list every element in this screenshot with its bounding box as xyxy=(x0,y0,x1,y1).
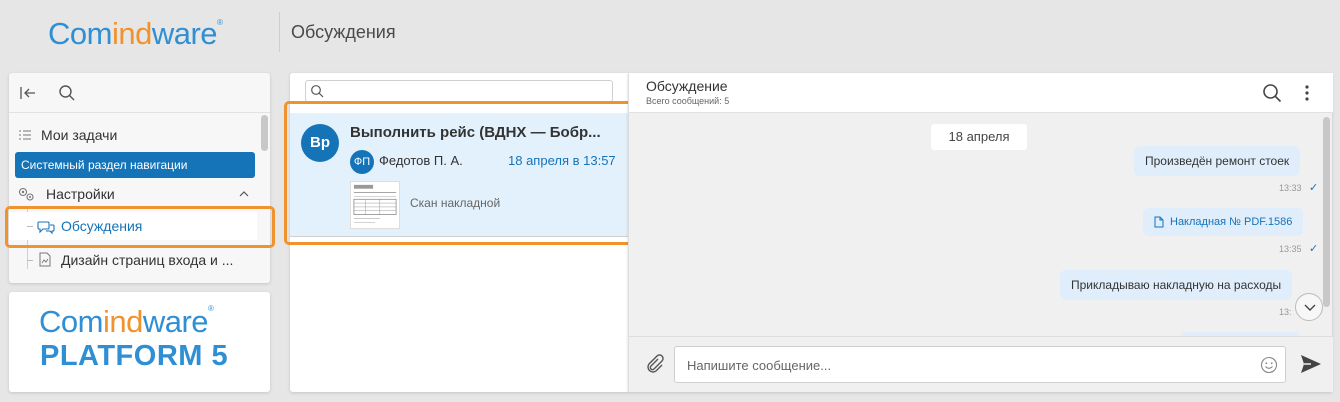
author-name: Федотов П. А. xyxy=(379,153,463,168)
message-time: 13: xyxy=(1279,307,1292,317)
nav-item-label: Мои задачи xyxy=(41,127,118,143)
nav-item-label: Обсуждения xyxy=(61,218,143,234)
date-divider: 18 апреля xyxy=(931,124,1027,150)
discussion-date: 18 апреля в 13:57 xyxy=(508,153,616,168)
platform-logo-card: Comindware® PLATFORM 5 xyxy=(9,292,270,392)
tree-connector xyxy=(27,226,33,227)
chat-bubbles-icon xyxy=(37,221,55,235)
logo-text-2: ind xyxy=(102,304,143,339)
gears-icon xyxy=(18,187,34,201)
search-icon xyxy=(311,85,324,98)
file-icon xyxy=(1154,216,1164,228)
file-name[interactable]: Накладная № PDF.1586 xyxy=(1170,216,1292,228)
nav-item-label: Дизайн страниц входа и ... xyxy=(61,252,234,268)
discussion-avatar: Вр xyxy=(301,124,339,162)
search-icon[interactable] xyxy=(58,84,76,102)
chat-message[interactable]: Прикладываю накладную на расходы xyxy=(1060,270,1293,300)
logo-text-3: ware xyxy=(142,304,209,339)
header-divider xyxy=(279,12,280,52)
page-title: Обсуждения xyxy=(291,22,396,42)
document-thumbnail[interactable] xyxy=(350,181,400,229)
navigation-panel: Мои задачи Системный раздел навигации На… xyxy=(9,73,270,283)
comindware-logo[interactable]: Comindware® xyxy=(48,16,223,52)
collapse-sidebar-icon[interactable] xyxy=(19,85,37,101)
message-time: 13:33 xyxy=(1279,183,1302,193)
read-check-icon: ✓ xyxy=(1309,243,1319,255)
logo-text-1: Com xyxy=(39,304,103,339)
message-count: Всего сообщений: 5 xyxy=(646,96,730,106)
paperclip-icon[interactable] xyxy=(643,352,665,374)
author-avatar: ФП xyxy=(350,150,374,174)
send-icon[interactable] xyxy=(1299,353,1323,375)
chat-message-file[interactable]: Накладная № PDF.1586 xyxy=(1143,208,1304,237)
discussion-list-item[interactable]: Вр Выполнить рейс (ВДНХ — Бобр... ФП Фед… xyxy=(290,113,628,237)
attachment-name: Скан накладной xyxy=(410,196,501,210)
emoji-icon[interactable] xyxy=(1260,356,1278,374)
message-input-field[interactable] xyxy=(674,346,1286,383)
page-icon xyxy=(39,252,51,267)
chat-message[interactable]: Произведён ремонт стоек xyxy=(1134,146,1301,176)
nav-toolbar xyxy=(9,73,270,113)
more-vertical-icon[interactable] xyxy=(1303,83,1311,103)
task-list-icon xyxy=(19,130,31,140)
chevron-down-icon xyxy=(1304,304,1316,311)
logo-registered: ® xyxy=(217,18,223,27)
nav-item-page-design[interactable]: Дизайн страниц входа и ... xyxy=(9,246,259,274)
search-icon[interactable] xyxy=(1262,83,1282,103)
scroll-down-button[interactable] xyxy=(1295,293,1323,321)
message-time: 13:35 xyxy=(1279,244,1302,254)
chat-scrollbar[interactable] xyxy=(1323,117,1330,307)
logo-text-1: Com xyxy=(48,16,112,51)
chat-title: Обсуждение xyxy=(646,78,728,94)
read-check-icon: ✓ xyxy=(1309,182,1319,194)
chat-composer xyxy=(629,336,1333,392)
chat-header: Обсуждение Всего сообщений: 5 xyxy=(629,73,1333,113)
discussion-title: Выполнить рейс (ВДНХ — Бобр... xyxy=(350,124,601,141)
platform-version-label: PLATFORM 5 xyxy=(40,340,229,372)
nav-scrollbar[interactable] xyxy=(261,115,268,151)
nav-item-discussions[interactable]: Обсуждения xyxy=(9,212,257,240)
logo-text-2: ind xyxy=(111,16,152,51)
discussion-search-input[interactable] xyxy=(328,82,608,100)
comindware-logo-large: Comindware® xyxy=(39,304,214,340)
discussion-search-field[interactable] xyxy=(305,80,613,102)
app-header: Comindware® Обсуждения xyxy=(0,0,1340,66)
chat-panel: Обсуждение Всего сообщений: 5 18 апреля … xyxy=(628,73,1333,392)
nav-item-label: Настройки xyxy=(46,186,115,202)
logo-text-3: ware xyxy=(151,16,218,51)
discussion-list-panel: Вр Выполнить рейс (ВДНХ — Бобр... ФП Фед… xyxy=(290,73,628,392)
tree-connector xyxy=(27,260,33,261)
logo-registered: ® xyxy=(208,304,214,313)
chevron-up-icon[interactable] xyxy=(239,190,249,197)
nav-item-settings[interactable]: Настройки xyxy=(9,180,259,208)
nav-system-section[interactable]: Системный раздел навигации xyxy=(15,152,255,178)
message-input[interactable] xyxy=(687,355,1247,375)
nav-item-my-tasks[interactable]: Мои задачи xyxy=(9,121,259,149)
